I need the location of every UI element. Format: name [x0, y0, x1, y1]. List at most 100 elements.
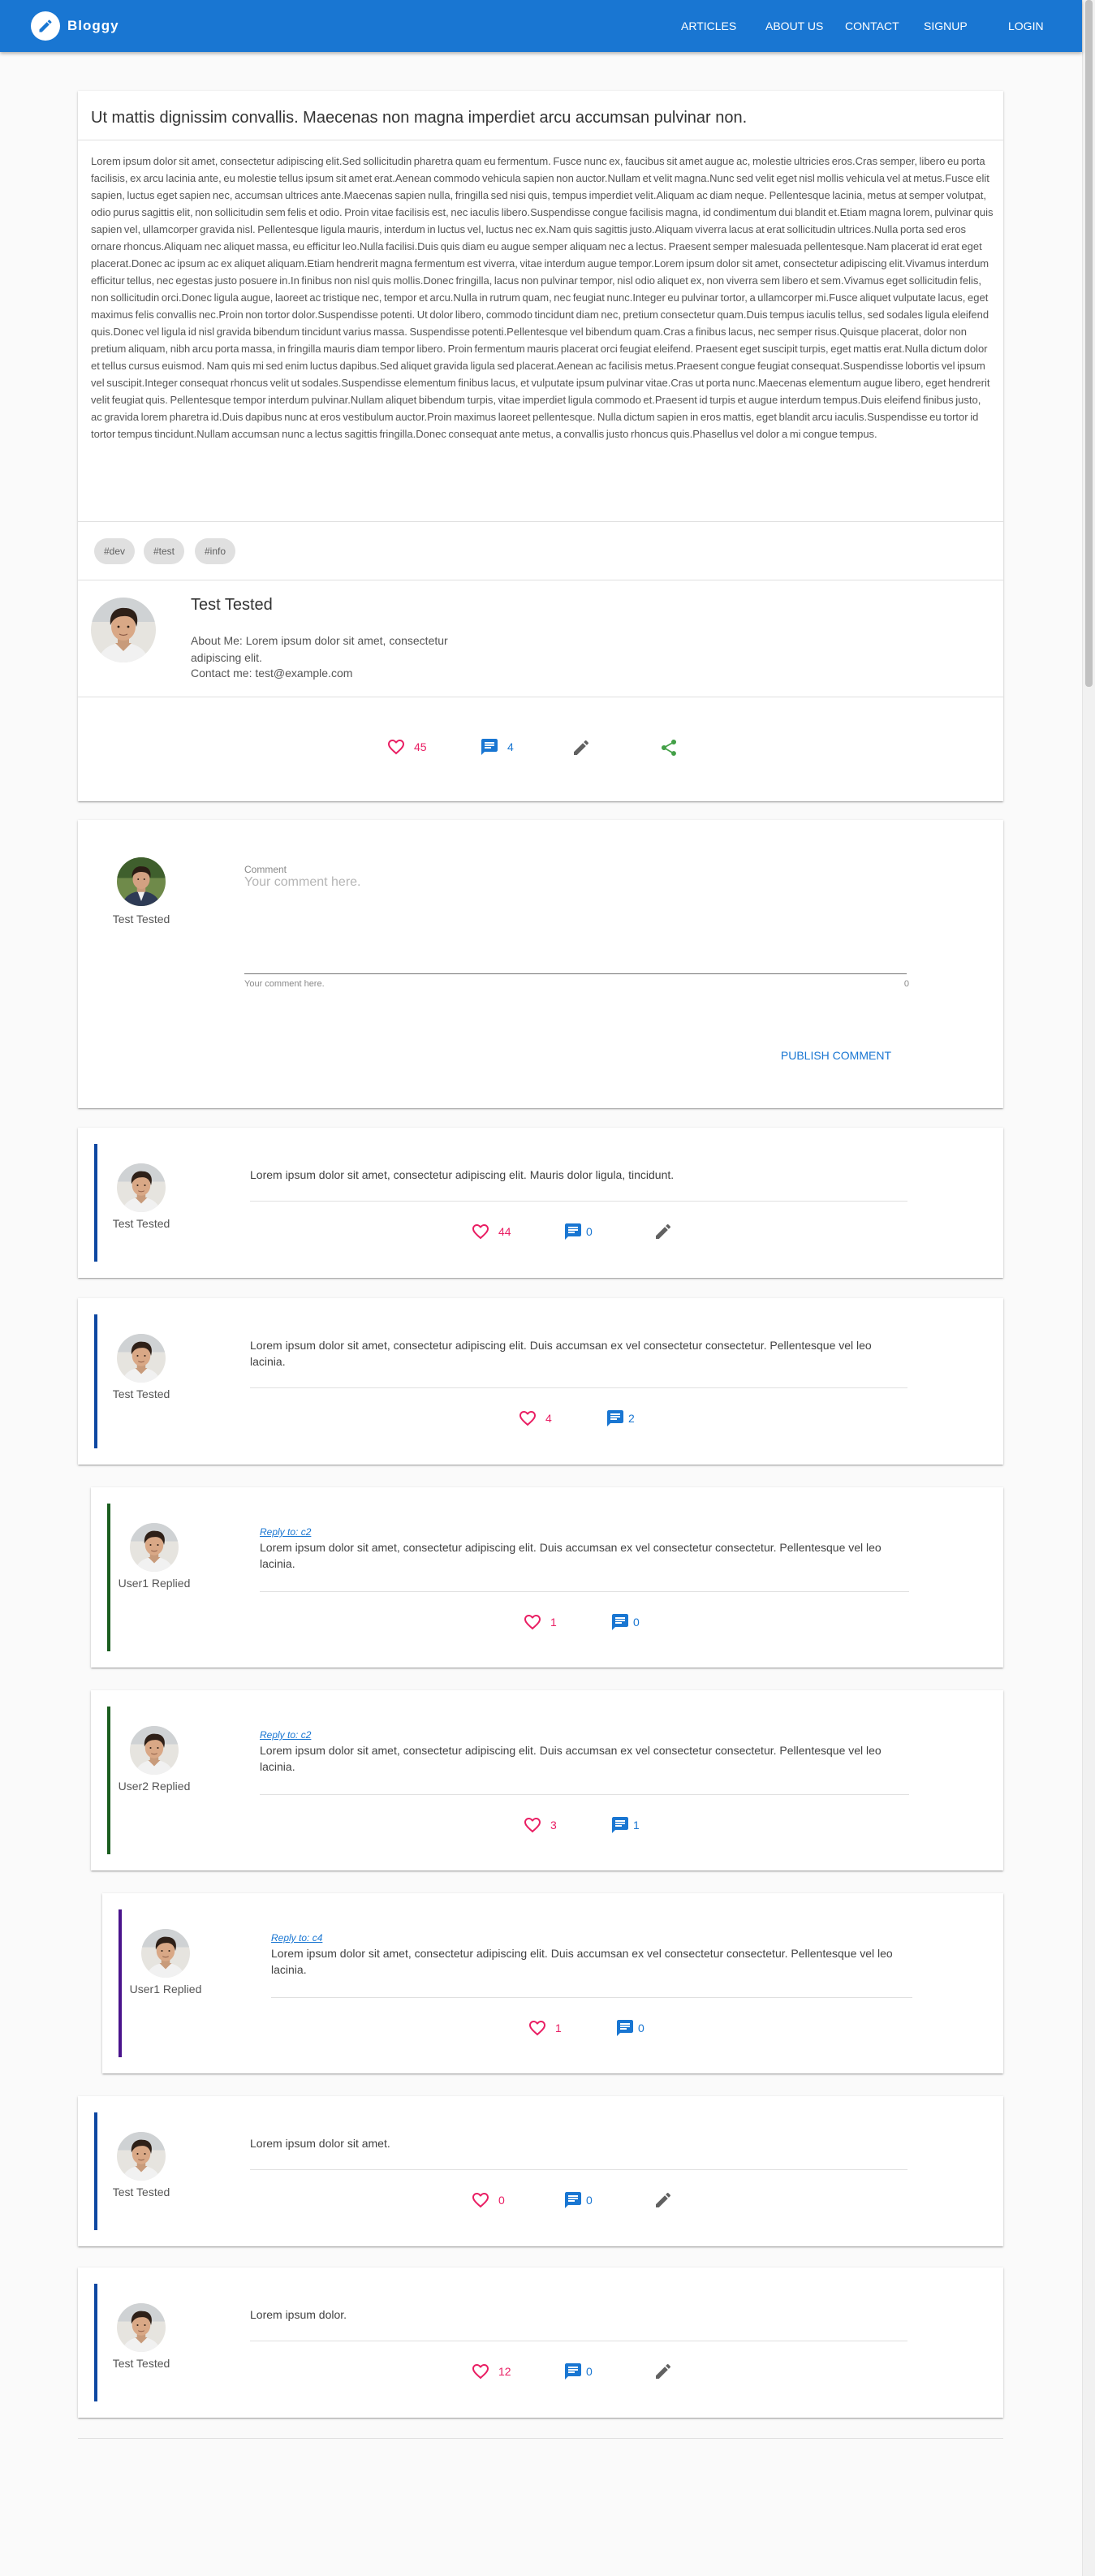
comment-icon [606, 1409, 625, 1428]
reply-button[interactable]: 0 [615, 2018, 644, 2038]
nav-about[interactable]: ABOUT US [752, 0, 832, 52]
pencil-icon [653, 2362, 673, 2381]
user-avatar [117, 1163, 166, 1212]
user-avatar [130, 1726, 179, 1775]
user-avatar [117, 1334, 166, 1383]
reply-button[interactable]: 0 [610, 1612, 640, 1632]
tag-chip[interactable]: #test [144, 538, 185, 564]
divider [271, 1997, 912, 1998]
nav-articles[interactable]: ARTICLES [668, 0, 752, 52]
author-avatar [91, 598, 156, 662]
comment-text: Lorem ipsum dolor sit amet, consectetur … [271, 1947, 893, 1976]
comment-icon [563, 2190, 583, 2210]
comment-user: Test Tested [112, 2357, 170, 2370]
heart-outline-icon [471, 2190, 490, 2210]
heart-outline-icon [471, 2362, 490, 2381]
like-count: 12 [498, 2365, 511, 2378]
heart-outline-icon [518, 1409, 537, 1428]
user-avatar [117, 2303, 166, 2352]
divider [260, 1591, 909, 1592]
like-count: 45 [414, 740, 427, 753]
like-button[interactable]: 12 [471, 2362, 511, 2381]
reply-button[interactable]: 2 [606, 1409, 635, 1428]
thread-bar [94, 1314, 97, 1448]
reply-to-link[interactable]: Reply to: c2 [260, 1526, 311, 1538]
reply-card: User2 Replied Reply to: c2 Lorem ipsum d… [91, 1690, 1003, 1871]
like-button[interactable]: 44 [471, 1222, 511, 1241]
tag-chip[interactable]: #info [195, 538, 236, 564]
edit-post-button[interactable] [571, 738, 591, 757]
reply-count: 0 [586, 2194, 593, 2207]
divider [78, 521, 1003, 522]
comment-text: Lorem ipsum dolor sit amet, consectetur … [260, 1744, 882, 1773]
like-button[interactable]: 3 [523, 1815, 557, 1835]
scrollbar-thumb[interactable] [1085, 0, 1093, 687]
comment-text: Lorem ipsum dolor sit amet, consectetur … [250, 1168, 675, 1181]
character-counter: 0 [903, 979, 909, 989]
edit-comment-button[interactable] [653, 2362, 673, 2381]
reply-button[interactable]: 0 [563, 2362, 593, 2381]
like-button[interactable]: 1 [528, 2018, 562, 2038]
comment-hint: Your comment here. [244, 979, 325, 989]
heart-outline-icon [471, 1222, 490, 1241]
author-name: Test Tested [191, 596, 273, 614]
thread-bar [94, 2284, 97, 2401]
user-avatar [117, 857, 166, 906]
like-button[interactable]: 0 [471, 2190, 505, 2210]
reply-count: 2 [628, 1412, 635, 1425]
reply-to-link[interactable]: Reply to: c2 [260, 1729, 311, 1741]
reply-count: 0 [586, 1225, 593, 1238]
like-button[interactable]: 4 [518, 1409, 552, 1428]
edit-comment-button[interactable] [653, 1222, 673, 1241]
reply-count: 0 [638, 2022, 644, 2034]
reply-button[interactable]: 1 [610, 1815, 640, 1835]
divider [78, 2438, 1003, 2439]
comment-text: Lorem ipsum dolor sit amet, consectetur … [260, 1541, 882, 1570]
comment-form: Test Tested Comment Your comment here. 0… [78, 820, 1003, 1108]
reply-button[interactable]: 0 [563, 2190, 593, 2210]
main-nav: ARTICLES ABOUT US CONTACT SIGNUP LOGIN [668, 0, 1082, 52]
comment-text: Lorem ipsum dolor sit amet. [250, 2137, 390, 2150]
edit-comment-button[interactable] [653, 2190, 673, 2210]
divider [250, 1387, 907, 1388]
heart-outline-icon [523, 1815, 542, 1835]
user-avatar [117, 2132, 166, 2181]
nav-login[interactable]: LOGIN [986, 0, 1082, 52]
comment-card: Test Tested Lorem ipsum dolor sit amet. … [78, 2096, 1003, 2246]
pencil-icon [653, 2190, 673, 2210]
publish-comment-button[interactable]: PUBLISH COMMENT [781, 1049, 891, 1062]
user-name: Test Tested [112, 913, 170, 926]
like-button[interactable]: 45 [386, 737, 427, 757]
comment-user: User1 Replied [118, 1577, 191, 1590]
heart-outline-icon [523, 1612, 542, 1632]
tag-chip[interactable]: #dev [94, 538, 136, 564]
comment-user: Test Tested [112, 2186, 170, 2198]
nav-contact[interactable]: CONTACT [832, 0, 911, 52]
reply-to-link[interactable]: Reply to: c4 [271, 1932, 322, 1944]
like-count: 44 [498, 1225, 511, 1238]
brand[interactable]: Bloggy [31, 11, 119, 41]
heart-outline-icon [528, 2018, 547, 2038]
comment-user: Test Tested [112, 1217, 170, 1230]
divider [250, 1201, 907, 1202]
share-button[interactable] [659, 738, 679, 757]
like-count: 1 [550, 1616, 557, 1629]
reply-count: 1 [633, 1819, 640, 1832]
reply-button[interactable]: 0 [563, 1222, 593, 1241]
like-count: 3 [550, 1819, 557, 1832]
comment-card: Test Tested Lorem ipsum dolor. 12 0 [78, 2267, 1003, 2418]
like-button[interactable]: 1 [523, 1612, 557, 1632]
page-scrollbar[interactable] [1082, 0, 1095, 2576]
comment-icon [563, 2362, 583, 2381]
nav-signup[interactable]: SIGNUP [911, 0, 986, 52]
author-about: About Me: Lorem ipsum dolor sit amet, co… [191, 634, 448, 664]
comment-icon [563, 1222, 583, 1241]
comments-button[interactable]: 4 [480, 737, 514, 757]
app-bar: Bloggy ARTICLES ABOUT US CONTACT SIGNUP … [0, 0, 1082, 52]
comment-input[interactable] [244, 874, 907, 974]
reply-count: 0 [633, 1616, 640, 1629]
pencil-icon [653, 1222, 673, 1241]
author-contact: Contact me: test@example.com [191, 667, 353, 680]
post-card: Ut mattis dignissim convallis. Maecenas … [78, 91, 1003, 801]
comment-count: 4 [507, 740, 514, 753]
